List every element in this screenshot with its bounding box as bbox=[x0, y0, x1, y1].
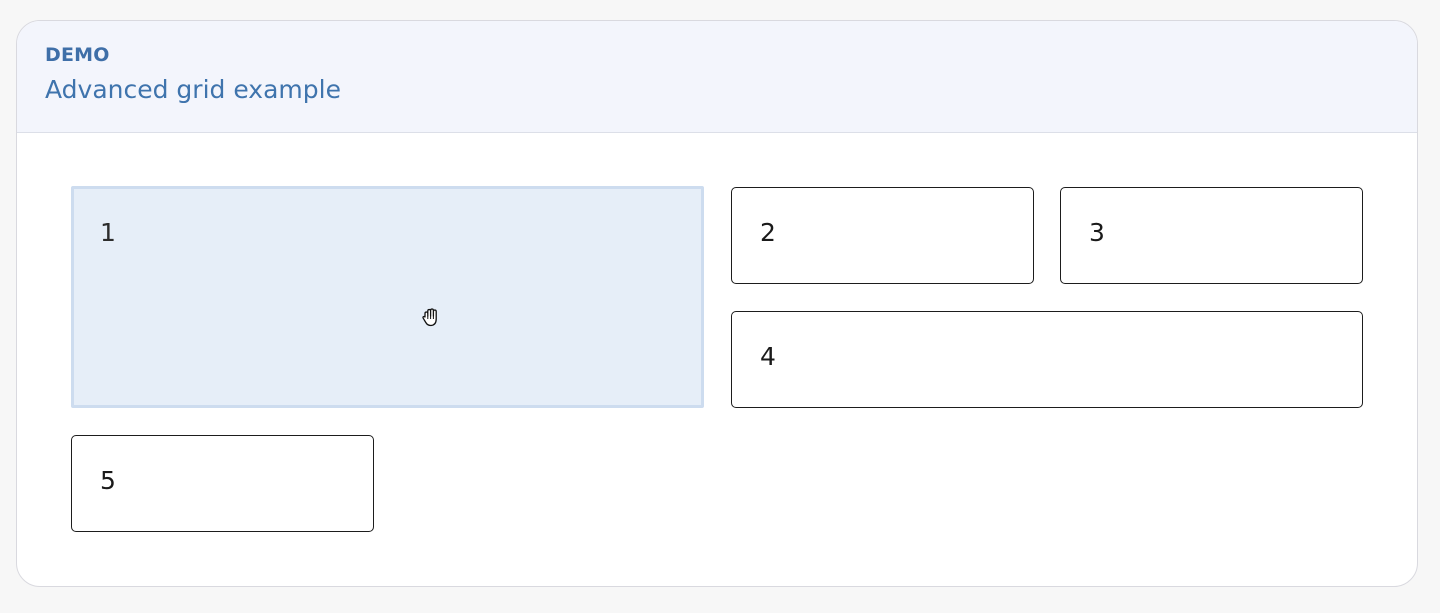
grid-item-label: 5 bbox=[100, 466, 116, 495]
grid-item-4[interactable]: 4 bbox=[731, 311, 1363, 408]
grid-item-label: 4 bbox=[760, 342, 776, 371]
grid-item-label: 2 bbox=[760, 218, 776, 247]
grid-item-label: 1 bbox=[100, 218, 116, 247]
grid-item-3[interactable]: 3 bbox=[1060, 187, 1363, 284]
card-header: DEMO Advanced grid example bbox=[17, 21, 1417, 133]
grid-item-2[interactable]: 2 bbox=[731, 187, 1034, 284]
grid-item-1[interactable]: 1 bbox=[71, 186, 704, 408]
grid-item-5[interactable]: 5 bbox=[71, 435, 374, 532]
grid-item-label: 3 bbox=[1089, 218, 1105, 247]
demo-title: Advanced grid example bbox=[45, 75, 341, 104]
grab-hand-icon bbox=[422, 308, 437, 327]
demo-label: DEMO bbox=[45, 44, 110, 66]
